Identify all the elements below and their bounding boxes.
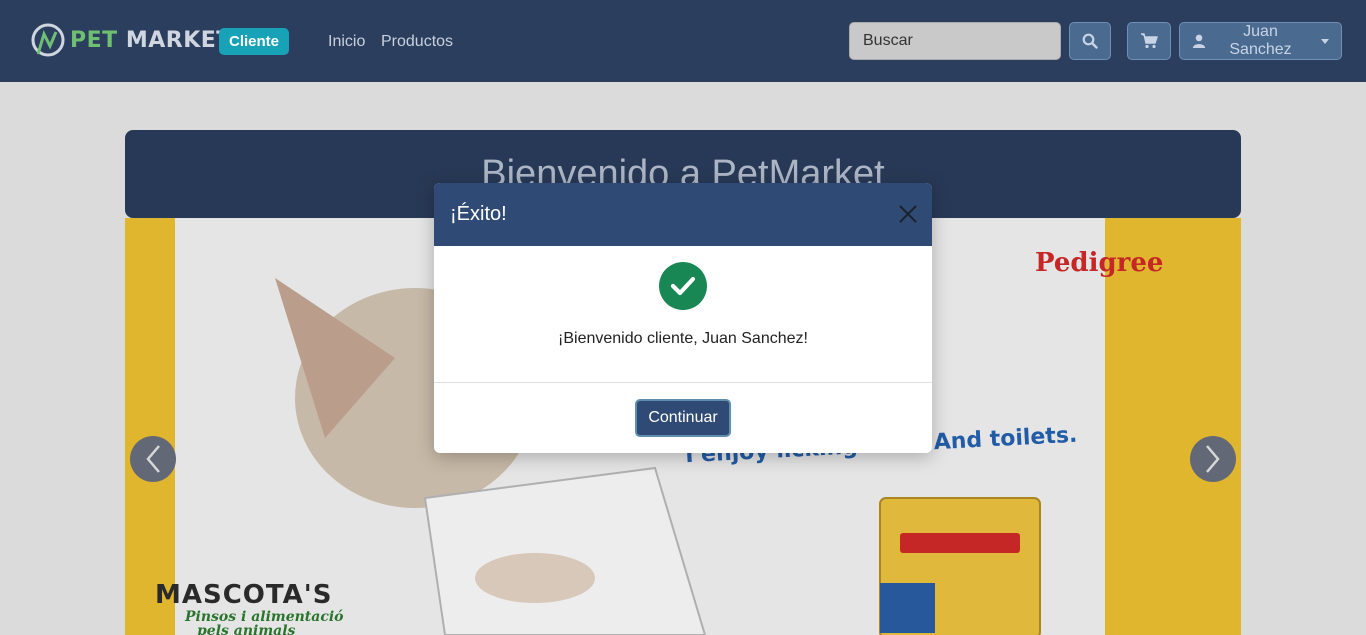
brand-pet-text: PET (70, 27, 118, 53)
success-check-icon (659, 262, 707, 310)
modal-header: ¡Éxito! (434, 183, 932, 246)
modal-close-button[interactable] (897, 203, 919, 225)
search-button[interactable] (1069, 22, 1111, 60)
top-navbar: PET MARKET Cliente Inicio Productos Juan… (0, 0, 1366, 82)
cart-icon (1141, 33, 1158, 49)
user-icon (1192, 34, 1206, 49)
chevron-down-icon (1321, 38, 1329, 44)
modal-message: ¡Bienvenido cliente, Juan Sanchez! (558, 330, 808, 347)
brand-market-text: MARKET (125, 27, 232, 53)
pet-logo-icon (28, 20, 68, 60)
modal-footer-divider (434, 382, 932, 383)
modal-body: ¡Bienvenido cliente, Juan Sanchez! (434, 246, 932, 383)
user-name: Juan Sanchez (1229, 23, 1292, 58)
modal-title: ¡Éxito! (450, 203, 507, 225)
role-badge: Cliente (219, 28, 290, 55)
search-input[interactable] (849, 22, 1061, 60)
nav-link-productos[interactable]: Productos (381, 33, 453, 51)
nav-link-inicio[interactable]: Inicio (328, 33, 365, 51)
cart-button[interactable] (1127, 22, 1171, 60)
search-icon (1082, 33, 1098, 49)
user-menu-button[interactable]: Juan Sanchez (1179, 22, 1342, 60)
close-icon (899, 205, 917, 223)
success-modal: ¡Éxito! ¡Bienvenido cliente, Juan Sanche… (434, 183, 932, 453)
brand-logo[interactable]: PET MARKET (28, 18, 232, 62)
continue-button[interactable]: Continuar (635, 399, 731, 437)
